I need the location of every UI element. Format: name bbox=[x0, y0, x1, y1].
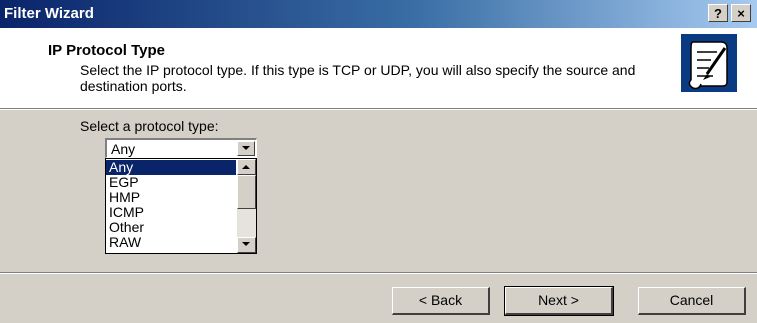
page-title: IP Protocol Type bbox=[48, 42, 165, 59]
chevron-down-icon bbox=[242, 242, 250, 246]
protocol-option-raw[interactable]: RAW bbox=[106, 235, 236, 250]
scroll-down-button[interactable] bbox=[237, 237, 256, 253]
next-button[interactable]: Next > bbox=[504, 286, 614, 316]
close-button[interactable]: × bbox=[731, 4, 751, 22]
protocol-options: Any EGP HMP ICMP Other RAW bbox=[106, 160, 236, 250]
help-button[interactable]: ? bbox=[708, 4, 728, 22]
title-bar: Filter Wizard ? × bbox=[0, 0, 757, 28]
protocol-option-hmp[interactable]: HMP bbox=[106, 190, 236, 205]
back-button[interactable]: < Back bbox=[392, 287, 490, 315]
protocol-type-label: Select a protocol type: bbox=[80, 118, 219, 134]
protocol-option-icmp[interactable]: ICMP bbox=[106, 205, 236, 220]
footer-divider bbox=[0, 272, 757, 274]
chevron-up-icon bbox=[242, 165, 250, 169]
document-pen-icon bbox=[681, 34, 737, 92]
window-title: Filter Wizard bbox=[4, 5, 94, 22]
page-description: Select the IP protocol type. If this typ… bbox=[80, 62, 636, 94]
chevron-down-icon bbox=[242, 146, 250, 150]
scroll-thumb[interactable] bbox=[237, 175, 256, 209]
list-scrollbar[interactable] bbox=[237, 159, 256, 253]
protocol-selected-value: Any bbox=[111, 141, 136, 157]
filter-wizard-window: Filter Wizard ? × IP Protocol Type Selec… bbox=[0, 0, 757, 323]
dropdown-arrow-button[interactable] bbox=[237, 141, 255, 156]
protocol-option-any[interactable]: Any bbox=[106, 160, 236, 175]
scroll-up-button[interactable] bbox=[237, 159, 256, 175]
protocol-dropdown-list[interactable]: Any EGP HMP ICMP Other RAW bbox=[105, 158, 257, 254]
cancel-button[interactable]: Cancel bbox=[638, 287, 746, 315]
protocol-type-combobox[interactable]: Any bbox=[105, 138, 257, 158]
protocol-option-egp[interactable]: EGP bbox=[106, 175, 236, 190]
protocol-option-other[interactable]: Other bbox=[106, 220, 236, 235]
